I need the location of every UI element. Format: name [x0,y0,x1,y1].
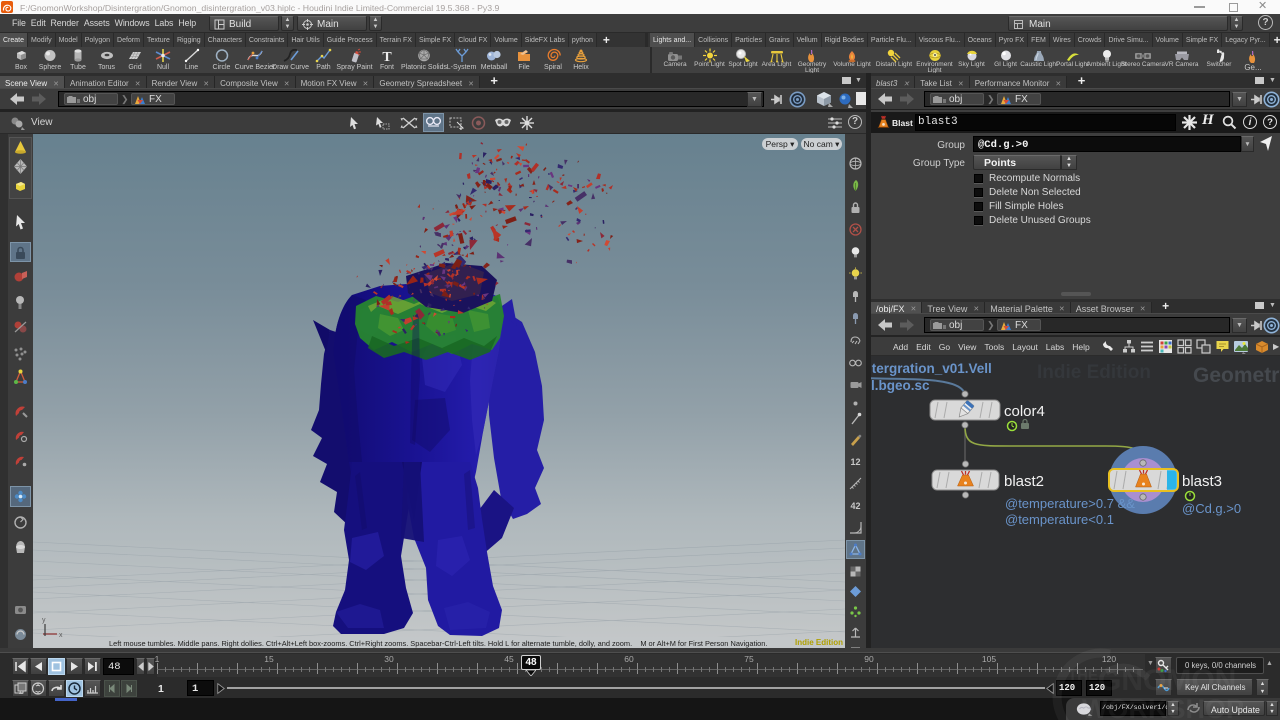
svg-text:Indie Edition: Indie Edition [1037,362,1151,383]
svg-text:@Cd.g.>0: @Cd.g.>0 [1182,501,1241,516]
svg-text:42: 42 [850,501,860,511]
svg-text:ntergration_v01.Vell: ntergration_v01.Vell [871,361,992,376]
svg-text:@temperature>0.7 &&: @temperature>0.7 && [1005,496,1135,511]
svg-text:blast2: blast2 [1004,473,1044,490]
svg-text:12: 12 [850,457,860,467]
svg-text:@temperature<0.1: @temperature<0.1 [1005,512,1114,527]
svg-text:blast3: blast3 [1182,473,1222,490]
svg-text:Geometry: Geometry [1193,364,1280,387]
svg-text:l.bgeo.sc: l.bgeo.sc [871,378,930,393]
svg-text:T: T [382,50,392,63]
svg-text:y: y [42,617,46,624]
svg-text:color4: color4 [1004,403,1045,420]
